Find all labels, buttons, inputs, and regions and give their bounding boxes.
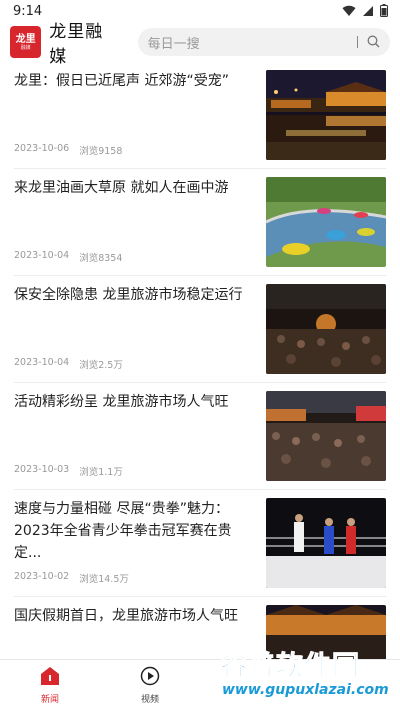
search-divider bbox=[357, 36, 358, 48]
news-meta: 2023-10-04 浏览2.5万 bbox=[14, 357, 123, 371]
news-item[interactable]: 保安全除隐患 龙里旅游市场稳定运行 2023-10-04 浏览2.5万 bbox=[14, 276, 386, 383]
signal-icon bbox=[362, 2, 374, 21]
tab-label: 新闻 bbox=[40, 695, 59, 705]
app-title: 龙里融媒 bbox=[49, 22, 104, 67]
logo-subtext: 融媒 bbox=[20, 44, 31, 51]
watermark-logo: 谷普软件园 bbox=[220, 651, 360, 683]
search-placeholder: 每日一搜 bbox=[147, 36, 200, 52]
news-date: 2023-10-02 bbox=[14, 571, 70, 582]
news-item[interactable]: 龙里：假日已近尾声 近郊游“受宠” 2023-10-06 浏览9158 bbox=[14, 62, 386, 169]
news-date: 2023-10-04 bbox=[14, 357, 70, 368]
status-icons bbox=[342, 2, 388, 21]
news-date: 2023-10-06 bbox=[14, 143, 70, 154]
news-item[interactable]: 活动精彩纷呈 龙里旅游市场人气旺 2023-10-03 浏览1.1万 bbox=[14, 383, 386, 490]
bumper-boats-photo[interactable] bbox=[266, 177, 386, 267]
news-title[interactable]: 龙里：假日已近尾声 近郊游“受宠” bbox=[14, 70, 254, 92]
search-input[interactable]: 每日一搜 bbox=[137, 28, 390, 56]
news-views: 浏览1.1万 bbox=[79, 467, 123, 478]
status-time: 9:14 bbox=[13, 3, 43, 19]
watermark: 谷普软件园 www.gupuxlazai.com bbox=[220, 644, 400, 704]
watermark-url: www.gupuxlazai.com bbox=[222, 682, 389, 698]
news-home-icon bbox=[40, 666, 60, 690]
night-crowd-photo[interactable] bbox=[266, 284, 386, 374]
news-views: 浏览8354 bbox=[79, 253, 123, 264]
news-title[interactable]: 速度与力量相碰 尽展“贵拳”魅力：2023年全省青少年拳击冠军赛在贵定... bbox=[14, 498, 254, 564]
tab-label: 视频 bbox=[140, 695, 159, 705]
news-title[interactable]: 活动精彩纷呈 龙里旅游市场人气旺 bbox=[14, 391, 254, 413]
tab-video[interactable]: 视频 bbox=[100, 660, 200, 711]
app-header: 龙里 融媒 龙里融媒 每日一搜 bbox=[0, 22, 400, 67]
news-item[interactable]: 来龙里油画大草原 就如人在画中游 2023-10-04 浏览8354 bbox=[14, 169, 386, 276]
play-circle-icon bbox=[140, 666, 160, 690]
news-views: 浏览9158 bbox=[79, 146, 123, 157]
logo-text: 龙里 bbox=[15, 33, 36, 45]
news-meta: 2023-10-02 浏览14.5万 bbox=[14, 571, 129, 585]
search-icon[interactable] bbox=[367, 33, 380, 52]
news-feed[interactable]: 龙里：假日已近尾声 近郊游“受宠” 2023-10-06 浏览9158 来龙里油… bbox=[0, 62, 400, 659]
wifi-icon bbox=[342, 2, 356, 21]
news-meta: 2023-10-06 浏览9158 bbox=[14, 143, 122, 157]
news-title[interactable]: 来龙里油画大草原 就如人在画中游 bbox=[14, 177, 254, 199]
boxing-ring-photo[interactable] bbox=[266, 498, 386, 588]
battery-icon bbox=[380, 2, 388, 21]
night-waterfront-photo[interactable] bbox=[266, 70, 386, 160]
news-views: 浏览2.5万 bbox=[79, 360, 123, 371]
news-title[interactable]: 国庆假期首日，龙里旅游市场人气旺 bbox=[14, 605, 254, 627]
news-date: 2023-10-04 bbox=[14, 250, 70, 261]
news-meta: 2023-10-04 浏览8354 bbox=[14, 250, 122, 264]
news-title[interactable]: 保安全除隐患 龙里旅游市场稳定运行 bbox=[14, 284, 254, 306]
tab-news[interactable]: 新闻 bbox=[0, 660, 100, 711]
news-date: 2023-10-03 bbox=[14, 464, 70, 475]
app-logo: 龙里 融媒 bbox=[10, 26, 42, 58]
news-item[interactable]: 速度与力量相碰 尽展“贵拳”魅力：2023年全省青少年拳击冠军赛在贵定... 2… bbox=[14, 490, 386, 597]
news-meta: 2023-10-03 浏览1.1万 bbox=[14, 464, 123, 478]
festival-crowd-photo[interactable] bbox=[266, 391, 386, 481]
news-views: 浏览14.5万 bbox=[79, 574, 129, 585]
